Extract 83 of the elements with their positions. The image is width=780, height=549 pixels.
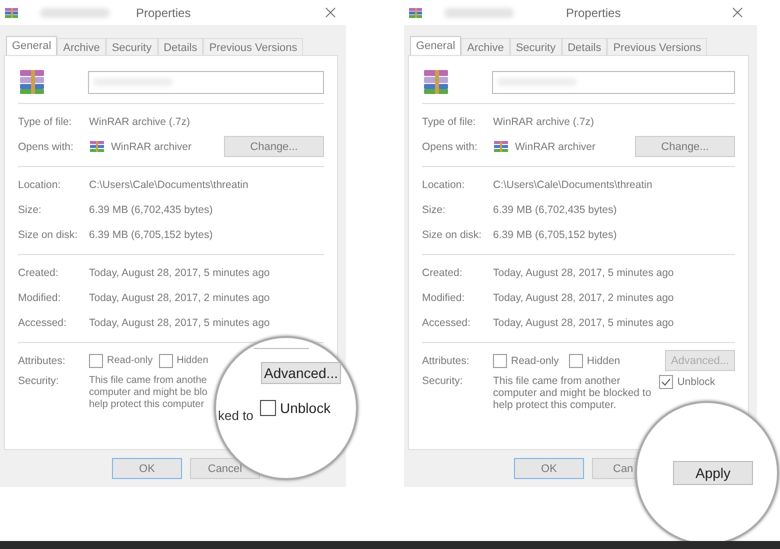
archive-books-icon — [408, 6, 424, 18]
checkbox-label: Read-only — [511, 354, 559, 366]
security-text: ked to — [218, 408, 254, 423]
tab[interactable]: Security — [510, 38, 562, 55]
field-value: WinRAR archiver — [515, 140, 596, 152]
field-label: Security: — [422, 375, 464, 387]
security-text: computer and might be blocked to — [493, 387, 652, 399]
field-value: 6.39 MB (6,702,435 bytes) — [493, 204, 617, 216]
close-icon[interactable] — [732, 7, 743, 18]
checkbox[interactable] — [260, 400, 276, 416]
field-label: Type of file: — [18, 116, 73, 128]
field-value: Today, August 28, 2017, 5 minutes ago — [89, 266, 270, 278]
field-value: Today, August 28, 2017, 2 minutes ago — [89, 292, 270, 304]
field-value: WinRAR archive (.7z) — [493, 116, 594, 128]
field-label: Size: — [422, 204, 446, 216]
tab[interactable]: Details — [562, 38, 608, 55]
field-label: Security: — [18, 375, 60, 387]
field-label: Location: — [422, 178, 466, 190]
field-value: 6.39 MB (6,705,152 bytes) — [89, 228, 213, 240]
checkbox-label: Read-only — [107, 355, 153, 366]
field-value: WinRAR archive (.7z) — [89, 116, 190, 128]
checkbox[interactable] — [158, 354, 173, 368]
advanced-button[interactable]: Advanced... — [261, 362, 341, 384]
field-label: Attributes: — [18, 354, 66, 366]
checkbox-label: Hidden — [176, 355, 208, 366]
field-label: Size: — [18, 204, 42, 216]
field-value: WinRAR archiver — [111, 140, 192, 152]
field-label: Attributes: — [422, 354, 470, 366]
blurred-filename — [40, 8, 110, 18]
window-title: Properties — [136, 6, 191, 20]
field-label: Modified: — [422, 292, 466, 304]
field-label: Type of file: — [422, 116, 477, 128]
checkbox-label: Unblock — [280, 400, 331, 416]
field-label: Accessed: — [422, 316, 472, 328]
field-label: Modified: — [18, 292, 62, 304]
security-text: This file came from anothe — [89, 375, 208, 387]
field-label: Opens with: — [422, 140, 478, 152]
checkbox[interactable] — [89, 354, 103, 368]
change-button[interactable]: Change... — [635, 136, 735, 157]
field-value: 6.39 MB (6,702,435 bytes) — [89, 204, 213, 216]
field-label: Created: — [422, 266, 464, 278]
field-value: C:\Users\Cale\Documents\threatin — [493, 178, 652, 190]
apply-button[interactable]: Apply — [673, 461, 753, 485]
blurred-filename — [444, 8, 514, 18]
field-label: Created: — [18, 266, 60, 278]
change-button[interactable]: Change... — [224, 136, 324, 157]
security-text: computer and might be blo — [89, 387, 208, 399]
close-icon[interactable] — [325, 7, 336, 18]
name-field[interactable] — [492, 70, 735, 94]
security-text: This file came from another — [493, 375, 622, 387]
tab[interactable]: General — [410, 36, 462, 55]
field-value: Today, August 28, 2017, 5 minutes ago — [493, 316, 674, 328]
window-title: Properties — [566, 6, 621, 20]
field-label: Size on disk: — [18, 228, 79, 240]
ok-button[interactable]: OK — [112, 458, 182, 479]
field-value: Today, August 28, 2017, 5 minutes ago — [493, 266, 674, 278]
tab[interactable]: General — [6, 36, 58, 55]
checkbox-label: Unblock — [677, 376, 716, 388]
tab[interactable]: Details — [158, 38, 204, 55]
checkbox[interactable] — [659, 375, 674, 389]
archive-books-icon — [89, 140, 105, 154]
archive-books-icon — [4, 6, 20, 18]
field-label: Location: — [18, 178, 62, 190]
security-text: help protect this computer. — [493, 399, 618, 411]
field-value: C:\Users\Cale\Documents\threatin — [89, 178, 248, 190]
tab[interactable]: Archive — [57, 38, 106, 55]
field-value: Today, August 28, 2017, 5 minutes ago — [89, 316, 270, 328]
security-text: help protect this computer — [89, 399, 206, 411]
tab[interactable]: Archive — [461, 38, 510, 55]
name-field[interactable] — [88, 70, 324, 94]
checkbox[interactable] — [493, 354, 507, 368]
ok-button[interactable]: OK — [514, 458, 584, 479]
checkbox-label: Hidden — [586, 354, 620, 366]
tab[interactable]: Security — [106, 38, 158, 55]
field-value: 6.39 MB (6,705,152 bytes) — [493, 228, 617, 240]
field-label: Accessed: — [18, 316, 68, 328]
tab[interactable]: Previous Versions — [607, 38, 708, 55]
field-label: Opens with: — [18, 140, 74, 152]
archive-books-icon — [493, 140, 509, 154]
checkbox[interactable] — [568, 354, 583, 368]
field-value: Today, August 28, 2017, 2 minutes ago — [493, 292, 674, 304]
field-label: Size on disk: — [422, 228, 483, 240]
tab[interactable]: Previous Versions — [203, 38, 304, 55]
